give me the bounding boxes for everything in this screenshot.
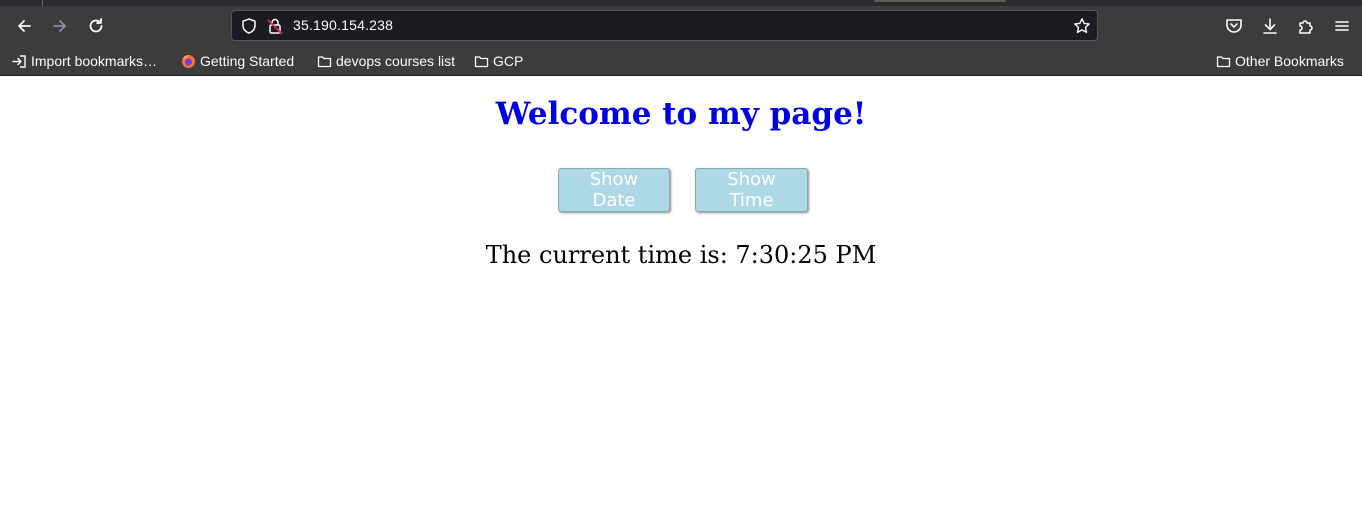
reload-icon	[89, 18, 103, 33]
page-title: Welcome to my page!	[495, 96, 867, 132]
browser-chrome: 35.190.154.238 Import bookmarks… Getting…	[0, 0, 1362, 76]
tab-edge	[42, 0, 43, 6]
puzzle-icon	[1299, 20, 1313, 34]
download-icon	[1263, 18, 1277, 34]
other-bookmarks-folder[interactable]: Other Bookmarks	[1216, 52, 1344, 70]
show-time-button[interactable]: Show Time	[695, 168, 808, 212]
bookmark-gcp-folder[interactable]: GCP	[474, 52, 523, 70]
bookmark-label: Import bookmarks…	[31, 53, 158, 69]
bookmark-star-icon[interactable]	[1073, 17, 1091, 35]
back-button[interactable]	[12, 14, 36, 38]
bookmark-label: Other Bookmarks	[1235, 53, 1344, 69]
downloads-button[interactable]	[1260, 16, 1280, 36]
extensions-button[interactable]	[1296, 16, 1316, 36]
bookmark-import[interactable]: Import bookmarks…	[12, 52, 157, 70]
url-bar[interactable]: 35.190.154.238	[231, 10, 1098, 41]
url-text[interactable]: 35.190.154.238	[293, 17, 393, 33]
bookmark-label: devops courses list	[336, 53, 456, 69]
firefox-icon	[182, 54, 195, 68]
pocket-icon	[1226, 19, 1242, 33]
tab-edge	[874, 0, 1006, 2]
tab-strip	[0, 0, 1362, 6]
bookmark-label: GCP	[493, 53, 524, 69]
show-date-button[interactable]: Show Date	[558, 168, 670, 212]
folder-icon	[317, 55, 332, 67]
hamburger-menu-icon	[1335, 21, 1349, 31]
back-arrow-icon	[18, 20, 31, 32]
bookmark-getting-started[interactable]: Getting Started	[181, 52, 294, 70]
pocket-button[interactable]	[1224, 16, 1244, 36]
insecure-lock-icon[interactable]	[266, 17, 284, 35]
import-icon	[12, 54, 26, 68]
reload-button[interactable]	[84, 14, 108, 38]
forward-button[interactable]	[48, 14, 72, 38]
bookmarks-toolbar: Import bookmarks… Getting Started devops…	[0, 48, 1362, 75]
current-time-text: The current time is: 7:30:25 PM	[485, 241, 877, 269]
forward-arrow-icon	[53, 20, 66, 32]
shield-icon[interactable]	[240, 17, 258, 35]
folder-icon	[474, 55, 489, 67]
bookmark-label: Getting Started	[200, 53, 295, 69]
menu-button[interactable]	[1332, 16, 1352, 36]
page-content: Welcome to my page! Show Date Show Time …	[0, 76, 1362, 520]
bookmark-devops-folder[interactable]: devops courses list	[317, 52, 455, 70]
folder-icon	[1216, 55, 1231, 67]
